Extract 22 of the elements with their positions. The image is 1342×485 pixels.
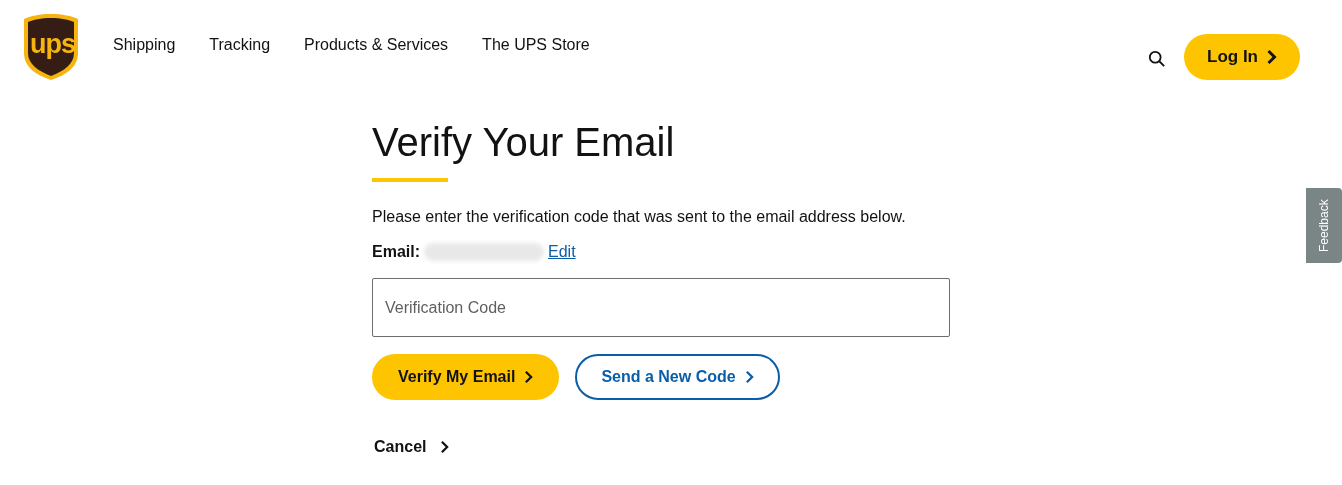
email-label: Email:	[372, 243, 420, 261]
verify-button[interactable]: Verify My Email	[372, 354, 560, 400]
send-code-button[interactable]: Send a New Code	[575, 354, 780, 400]
chevron-right-icon	[440, 440, 450, 454]
nav-link[interactable]: The UPS Store	[482, 36, 590, 54]
nav-link[interactable]: Tracking	[209, 36, 271, 54]
ups-logo[interactable]: ups	[22, 13, 80, 81]
chevron-right-icon	[1266, 49, 1277, 65]
chevron-right-icon	[524, 370, 534, 384]
search-icon[interactable]	[1148, 50, 1166, 68]
chevron-right-icon	[744, 370, 754, 384]
shield-icon	[22, 13, 80, 81]
nav-link[interactable]: Shipping	[113, 36, 176, 54]
login-button[interactable]: Log In	[1184, 34, 1300, 80]
nav-link[interactable]: Products & Services	[304, 36, 449, 54]
instructions-text: Please enter the verification code that was sent to the email address below.	[372, 208, 906, 226]
page-title: Verify Your Email	[372, 119, 675, 166]
verification-code-field[interactable]: Verification Code	[372, 278, 950, 337]
edit-link[interactable]: Edit	[548, 243, 576, 261]
feedback-tab[interactable]: Feedback	[1306, 188, 1342, 263]
logo-text: ups	[30, 29, 75, 60]
cancel-link[interactable]: Cancel	[374, 438, 450, 456]
